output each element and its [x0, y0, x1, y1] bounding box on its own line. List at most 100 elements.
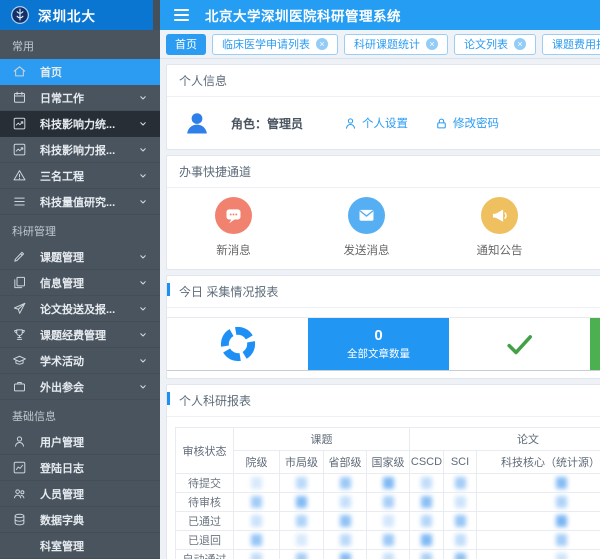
report-cell[interactable]	[324, 512, 367, 531]
spinner-tile[interactable]	[167, 318, 308, 370]
sidebar-item[interactable]: 科室管理	[0, 533, 160, 559]
report-cell[interactable]	[410, 550, 444, 559]
report-cell[interactable]	[444, 550, 477, 559]
report-cell[interactable]	[280, 531, 324, 550]
quick-channel-chat[interactable]: 新消息	[167, 197, 300, 258]
report-cell[interactable]	[324, 493, 367, 512]
report-cell[interactable]	[477, 474, 600, 493]
report-cell[interactable]	[444, 493, 477, 512]
report-cell[interactable]	[280, 493, 324, 512]
report-cell[interactable]	[477, 550, 600, 559]
report-cell[interactable]	[367, 474, 410, 493]
blurred-value	[340, 477, 351, 489]
blurred-value	[383, 534, 394, 546]
column-header: 市局级	[280, 451, 324, 474]
tab-close-icon[interactable]: ×	[514, 38, 526, 50]
report-cell[interactable]	[234, 493, 280, 512]
sidebar-item[interactable]: 人员管理	[0, 481, 160, 507]
table-row: 已通过	[176, 512, 600, 531]
change-password-link[interactable]: 修改密码	[434, 115, 499, 131]
docs-icon	[12, 275, 27, 290]
main-content: 首页临床医学申请列表×科研课题统计×论文列表×课题费用报表×用户列表× 个人信息…	[160, 30, 600, 559]
tab[interactable]: 临床医学申请列表×	[212, 34, 338, 55]
chevron-down-icon	[138, 356, 148, 366]
report-cell[interactable]	[410, 493, 444, 512]
color-tile[interactable]	[590, 318, 600, 370]
hospital-logo-icon	[10, 5, 30, 25]
tab[interactable]: 科研课题统计×	[344, 34, 448, 55]
sidebar-item-label: 课题经费管理	[40, 327, 138, 343]
report-cell[interactable]	[444, 512, 477, 531]
stat-tile[interactable]: 0全部文章数量	[308, 318, 449, 370]
sidebar-item[interactable]: 登陆日志	[0, 455, 160, 481]
tab-close-icon[interactable]: ×	[316, 38, 328, 50]
check-tile[interactable]	[449, 318, 590, 370]
tab[interactable]: 首页	[166, 34, 206, 55]
sidebar-item[interactable]: 首页	[0, 59, 160, 85]
quick-channel-horn[interactable]: 通知公告	[433, 197, 566, 258]
report-cell[interactable]	[234, 512, 280, 531]
blurred-value	[421, 515, 432, 527]
report-cell[interactable]	[477, 493, 600, 512]
sidebar-item[interactable]: 课题经费管理	[0, 322, 160, 348]
report-cell[interactable]	[324, 474, 367, 493]
blurred-value	[296, 477, 307, 489]
sidebar-item[interactable]: 科技量值研究...	[0, 189, 160, 215]
menu-toggle-icon[interactable]	[174, 9, 189, 21]
report-cell[interactable]	[234, 531, 280, 550]
blurred-value	[383, 496, 394, 508]
report-cell[interactable]	[367, 512, 410, 531]
report-cell[interactable]	[234, 474, 280, 493]
report-cell[interactable]	[324, 550, 367, 559]
report-cell[interactable]	[367, 531, 410, 550]
report-cell[interactable]	[410, 531, 444, 550]
chevron-down-icon	[138, 252, 148, 262]
sidebar-item[interactable]: 学术活动	[0, 348, 160, 374]
panel-personal-info: 个人信息 角色：管理员 个人设置修改密码	[166, 64, 600, 150]
tab-close-icon[interactable]: ×	[426, 38, 438, 50]
chevron-down-icon	[138, 197, 148, 207]
sidebar: 常用首页日常工作科技影响力统...科技影响力报...三名工程科技量值研究... 科…	[0, 30, 160, 559]
report-cell[interactable]	[324, 531, 367, 550]
sidebar-item[interactable]: 科技影响力报...	[0, 137, 160, 163]
tab[interactable]: 论文列表×	[454, 34, 536, 55]
report-cell[interactable]	[367, 550, 410, 559]
report-cell[interactable]	[477, 512, 600, 531]
blurred-value	[340, 515, 351, 527]
report-cell[interactable]	[410, 512, 444, 531]
report-cell[interactable]	[444, 474, 477, 493]
sidebar-item[interactable]: 数据字典	[0, 507, 160, 533]
blurred-value	[455, 553, 466, 559]
report-cell[interactable]	[410, 474, 444, 493]
sidebar-item[interactable]: 外出参会	[0, 374, 160, 400]
blurred-value	[340, 553, 351, 559]
sidebar-item[interactable]: 三名工程	[0, 163, 160, 189]
sidebar-section-header: 常用	[0, 30, 160, 59]
sidebar-item[interactable]: 科技影响力统...	[0, 111, 160, 137]
blurred-value	[383, 553, 394, 559]
report-cell[interactable]	[367, 493, 410, 512]
row-label: 已退回	[176, 531, 234, 550]
role-label: 角色：管理员	[231, 115, 303, 132]
quick-channel-mail[interactable]: 发送消息	[300, 197, 433, 258]
sidebar-item[interactable]: 课题管理	[0, 244, 160, 270]
report-cell[interactable]	[280, 512, 324, 531]
report-cell[interactable]	[234, 550, 280, 559]
report-cell[interactable]	[477, 531, 600, 550]
blurred-value	[340, 534, 351, 546]
sidebar-item-label: 课题管理	[40, 249, 138, 265]
sidebar-item[interactable]: 用户管理	[0, 429, 160, 455]
sidebar-item[interactable]: 信息管理	[0, 270, 160, 296]
report-cell[interactable]	[280, 550, 324, 559]
sidebar-item[interactable]: 论文投送及报...	[0, 296, 160, 322]
report-cell[interactable]	[280, 474, 324, 493]
sidebar-item-label: 用户管理	[40, 434, 148, 450]
tab[interactable]: 课题费用报表×	[542, 34, 600, 55]
chart-icon	[12, 142, 27, 157]
personal-settings-link[interactable]: 个人设置	[343, 115, 408, 131]
sidebar-item[interactable]: 日常工作	[0, 85, 160, 111]
report-cell[interactable]	[444, 531, 477, 550]
blurred-value	[455, 515, 466, 527]
blurred-value	[251, 553, 262, 559]
chart-icon	[12, 116, 27, 131]
